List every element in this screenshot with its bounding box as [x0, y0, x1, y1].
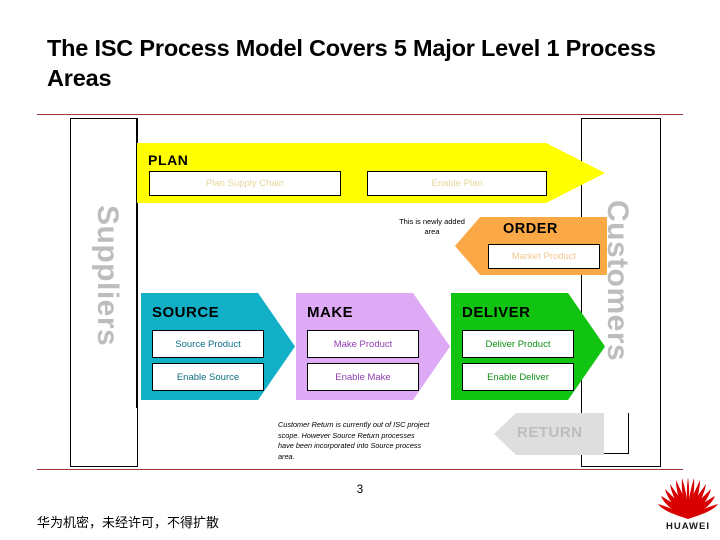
process-order[interactable]: ORDER Market Product	[455, 217, 607, 275]
suppliers-label: Suppliers	[91, 205, 124, 347]
source-subprocess-source-product[interactable]: Source Product	[152, 330, 264, 358]
page-title: The ISC Process Model Covers 5 Major Lev…	[47, 35, 656, 92]
process-make[interactable]: MAKE Make Product Enable Make	[296, 293, 450, 400]
source-title: SOURCE	[152, 304, 220, 321]
huawei-logo: HUAWEI	[657, 476, 719, 534]
process-source[interactable]: SOURCE Source Product Enable Source	[141, 293, 295, 400]
process-deliver[interactable]: DELIVER Deliver Product Enable Deliver	[451, 293, 605, 400]
plan-subprocess-plan-supply-chain[interactable]: Plan Supply Chain	[149, 171, 341, 196]
source-subprocess-enable-source[interactable]: Enable Source	[152, 363, 264, 391]
deliver-subprocess-enable-deliver[interactable]: Enable Deliver	[462, 363, 574, 391]
page-number: 3	[356, 484, 364, 496]
order-subprocess-market-product[interactable]: Market Product	[488, 244, 600, 269]
confidentiality-notice: 华为机密，未经许可，不得扩散	[37, 515, 220, 530]
plan-subprocess-enable-plan[interactable]: Enable Plan	[367, 171, 547, 196]
return-callout-note: Customer Return is currently out of ISC …	[278, 420, 430, 461]
deliver-title: DELIVER	[462, 304, 531, 321]
return-title: RETURN	[517, 424, 583, 441]
title-divider-top	[37, 114, 683, 115]
process-return[interactable]: RETURN	[494, 413, 604, 455]
huawei-wordmark: HUAWEI	[666, 521, 710, 532]
huawei-fan-icon	[658, 477, 718, 519]
order-title: ORDER	[503, 221, 558, 237]
connector-return-vertical	[628, 413, 630, 454]
footer-divider	[37, 469, 683, 470]
make-subprocess-make-product[interactable]: Make Product	[307, 330, 419, 358]
make-title: MAKE	[307, 304, 354, 321]
make-subprocess-enable-make[interactable]: Enable Make	[307, 363, 419, 391]
deliver-subprocess-deliver-product[interactable]: Deliver Product	[462, 330, 574, 358]
plan-title: PLAN	[148, 152, 189, 168]
process-plan[interactable]: PLAN Plan Supply Chain Enable Plan	[137, 143, 605, 203]
